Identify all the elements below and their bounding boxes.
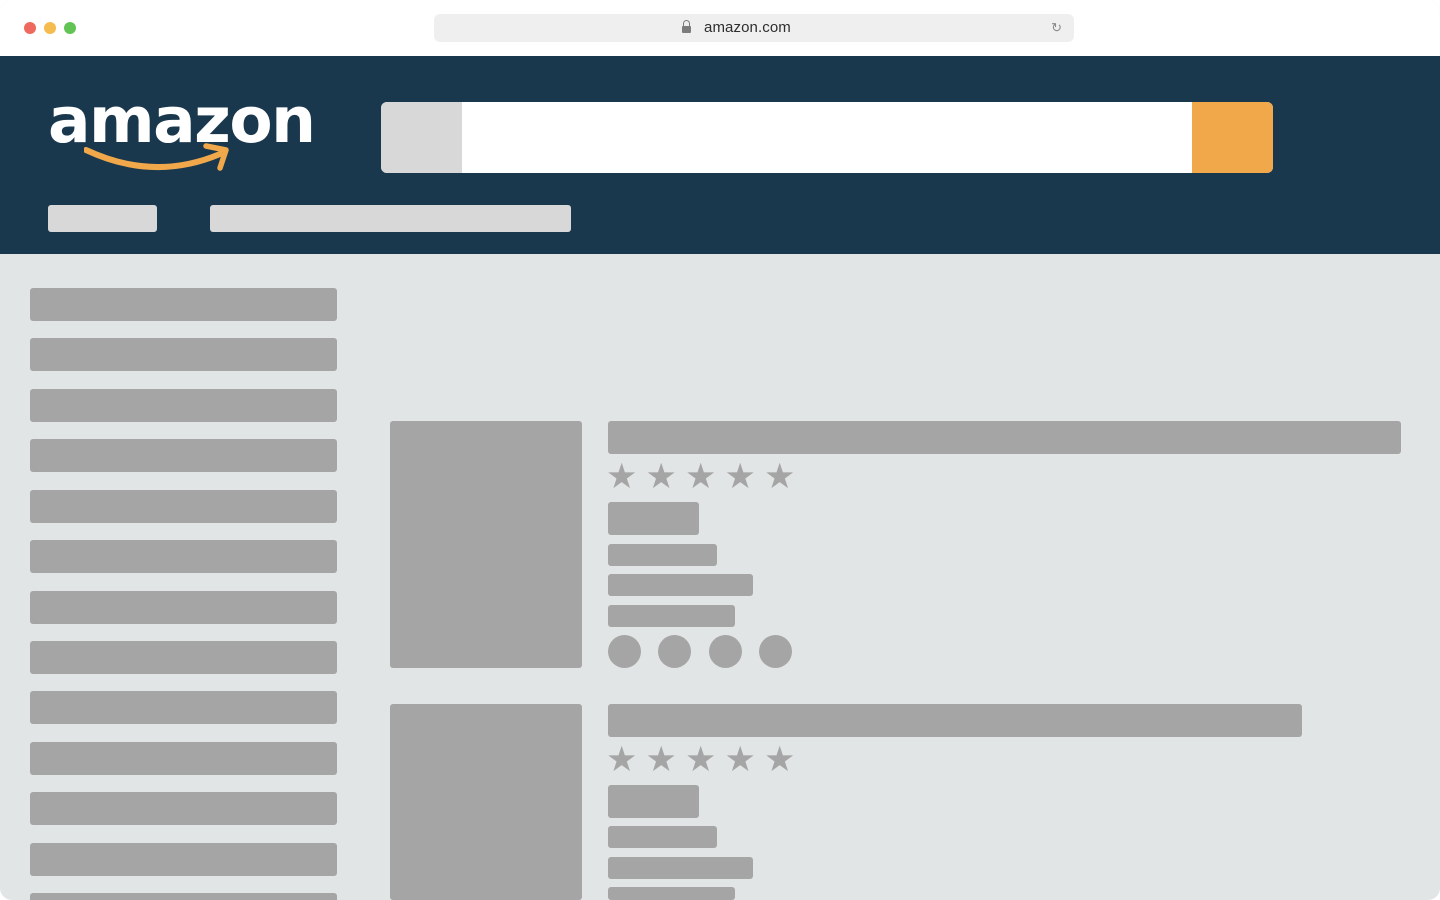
sidebar-item[interactable] [30, 439, 337, 472]
lock-icon [682, 20, 691, 34]
sidebar-item[interactable] [30, 591, 337, 624]
sidebar-item[interactable] [30, 641, 337, 674]
sidebar-item[interactable] [30, 540, 337, 573]
star-icon: ★ [724, 740, 756, 780]
sidebar-item[interactable] [30, 338, 337, 371]
minimize-window-button[interactable] [44, 22, 56, 34]
color-swatch[interactable] [608, 635, 641, 668]
maximize-window-button[interactable] [64, 22, 76, 34]
star-icon: ★ [645, 740, 677, 780]
search-input[interactable] [462, 102, 1192, 173]
amazon-logo[interactable]: amazon [48, 86, 328, 186]
product-title-placeholder[interactable] [608, 421, 1401, 454]
sidebar-item[interactable] [30, 691, 337, 724]
nav-location-placeholder[interactable] [48, 205, 157, 232]
sidebar-item[interactable] [30, 742, 337, 775]
smile-arrow-icon [84, 143, 229, 171]
sidebar-item[interactable] [30, 792, 337, 825]
color-swatch[interactable] [658, 635, 691, 668]
star-icon: ★ [724, 457, 756, 497]
detail-line-placeholder [608, 857, 753, 879]
price-placeholder [608, 502, 699, 535]
detail-line-placeholder [608, 887, 735, 900]
address-bar[interactable]: amazon.com ↻ [434, 14, 1074, 42]
star-icon: ★ [685, 457, 717, 497]
sidebar-item[interactable] [30, 288, 337, 321]
browser-toolbar: amazon.com ↻ [0, 0, 1440, 56]
sidebar-item[interactable] [30, 843, 337, 876]
price-placeholder [608, 785, 699, 818]
sidebar-item[interactable] [30, 893, 337, 900]
star-icon: ★ [606, 740, 638, 780]
product-title-placeholder[interactable] [608, 704, 1302, 737]
rating-stars[interactable]: ★ ★ ★ ★ ★ [606, 457, 804, 497]
star-icon: ★ [764, 457, 796, 497]
sidebar-item[interactable] [30, 490, 337, 523]
search-bar [381, 102, 1273, 173]
search-department-dropdown[interactable] [381, 102, 462, 173]
sidebar-item[interactable] [30, 389, 337, 422]
nav-links-placeholder[interactable] [210, 205, 571, 232]
url-text: amazon.com [704, 19, 791, 36]
close-window-button[interactable] [24, 22, 36, 34]
star-icon: ★ [764, 740, 796, 780]
reload-icon[interactable]: ↻ [1051, 20, 1062, 36]
detail-line-placeholder [608, 574, 753, 596]
star-icon: ★ [645, 457, 677, 497]
rating-stars[interactable]: ★ ★ ★ ★ ★ [606, 740, 804, 780]
search-button[interactable] [1192, 102, 1273, 173]
star-icon: ★ [685, 740, 717, 780]
product-image[interactable] [390, 704, 582, 900]
site-header: amazon [0, 56, 1440, 254]
browser-window: amazon.com ↻ amazon ★ ★ ★ ★ ★ ★ ★ ★ ★ ★ [0, 0, 1440, 900]
color-swatch[interactable] [709, 635, 742, 668]
detail-line-placeholder [608, 826, 717, 848]
detail-line-placeholder [608, 544, 717, 566]
detail-line-placeholder [608, 605, 735, 627]
product-image[interactable] [390, 421, 582, 668]
color-swatch[interactable] [759, 635, 792, 668]
star-icon: ★ [606, 457, 638, 497]
